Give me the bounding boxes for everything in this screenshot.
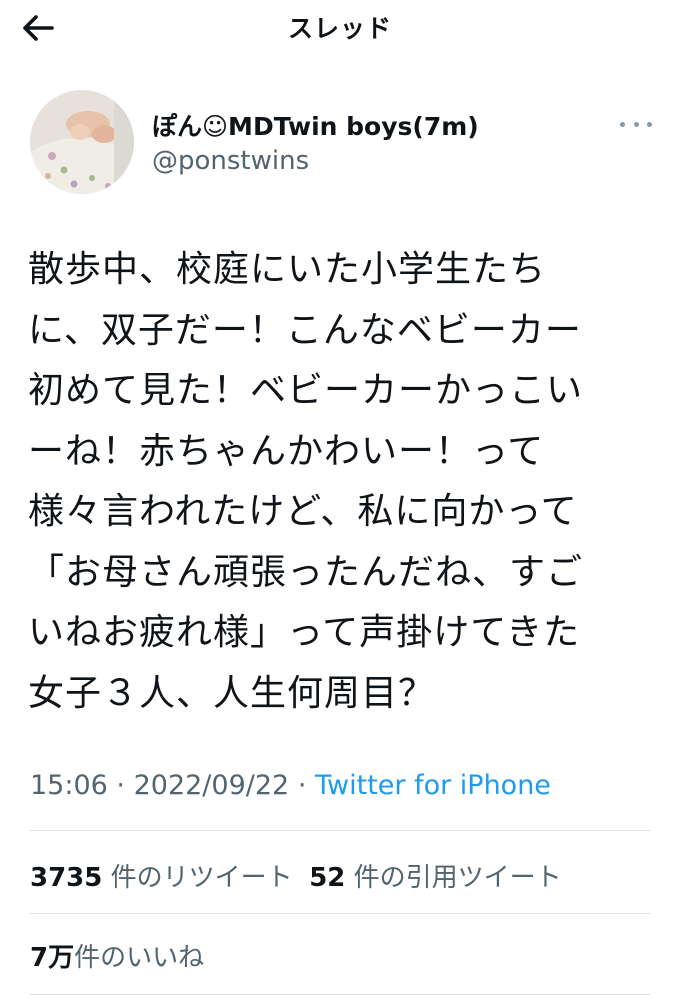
top-navigation-bar: スレッド: [0, 0, 680, 56]
tweet-date[interactable]: 2022/09/22: [134, 770, 290, 801]
tweet-metadata: 15:06 · 2022/09/22 · Twitter for iPhone: [30, 770, 551, 801]
quotes-label: 件の引用ツイート: [353, 863, 562, 893]
tweet-text-line: 初めて見た！ベビーカーかっこい: [28, 370, 584, 411]
likes-stats-row: 7万件のいいね: [30, 937, 204, 974]
tweet-text-line: 「お母さん頑張ったんだね、すご: [28, 551, 584, 593]
likes-count: 7万: [30, 943, 75, 973]
more-dot-icon: [620, 121, 625, 127]
more-dot-icon: [633, 121, 639, 127]
avatar-image: [30, 90, 134, 194]
more-options-button[interactable]: [620, 112, 652, 136]
tweet-time[interactable]: 15:06: [30, 770, 108, 801]
author-display-name[interactable]: ぽん☺MDTwin boys(7m): [152, 107, 479, 143]
retweets-stat[interactable]: 3735 件のリツイート: [30, 863, 293, 893]
tweet-text-line: 女子３人、人生何周目？: [28, 672, 436, 714]
quotes-count: 52: [309, 863, 346, 893]
tweet-text: 散歩中、校庭にいた小学生たち に、双子だー！こんなベビーカー 初めて見た！ベビー…: [28, 240, 653, 724]
tweet-text-line: に、双子だー！こんなベビーカー: [28, 309, 582, 351]
page-title: スレッド: [287, 14, 392, 43]
engagement-stats-row: 3735 件のリツイート 52 件の引用ツイート: [30, 857, 562, 894]
author-handle[interactable]: @ponstwins: [152, 146, 309, 176]
tweet-text-line: 様々言われたけど、私に向かって: [28, 491, 578, 532]
more-dot-icon: [647, 121, 652, 127]
meta-separator: ·: [116, 770, 125, 801]
divider: [30, 913, 650, 914]
avatar[interactable]: [30, 90, 134, 194]
tweet-text-line: ーね！赤ちゃんかわいー！って: [28, 430, 545, 472]
retweets-count: 3735: [30, 863, 103, 893]
divider: [30, 994, 650, 995]
likes-stat[interactable]: 7万件のいいね: [30, 943, 204, 973]
quotes-stat[interactable]: 52 件の引用ツイート: [309, 863, 561, 893]
tweet-text-line: いねお疲れ様」って声掛けてきた: [28, 612, 581, 653]
tweet-source-link[interactable]: Twitter for iPhone: [315, 770, 551, 801]
likes-label: 件のいいね: [74, 943, 205, 973]
tweet-text-line: 散歩中、校庭にいた小学生たち: [28, 249, 547, 290]
divider: [30, 830, 650, 831]
meta-separator: ·: [297, 770, 307, 801]
retweets-label: 件のリツイート: [110, 863, 293, 893]
